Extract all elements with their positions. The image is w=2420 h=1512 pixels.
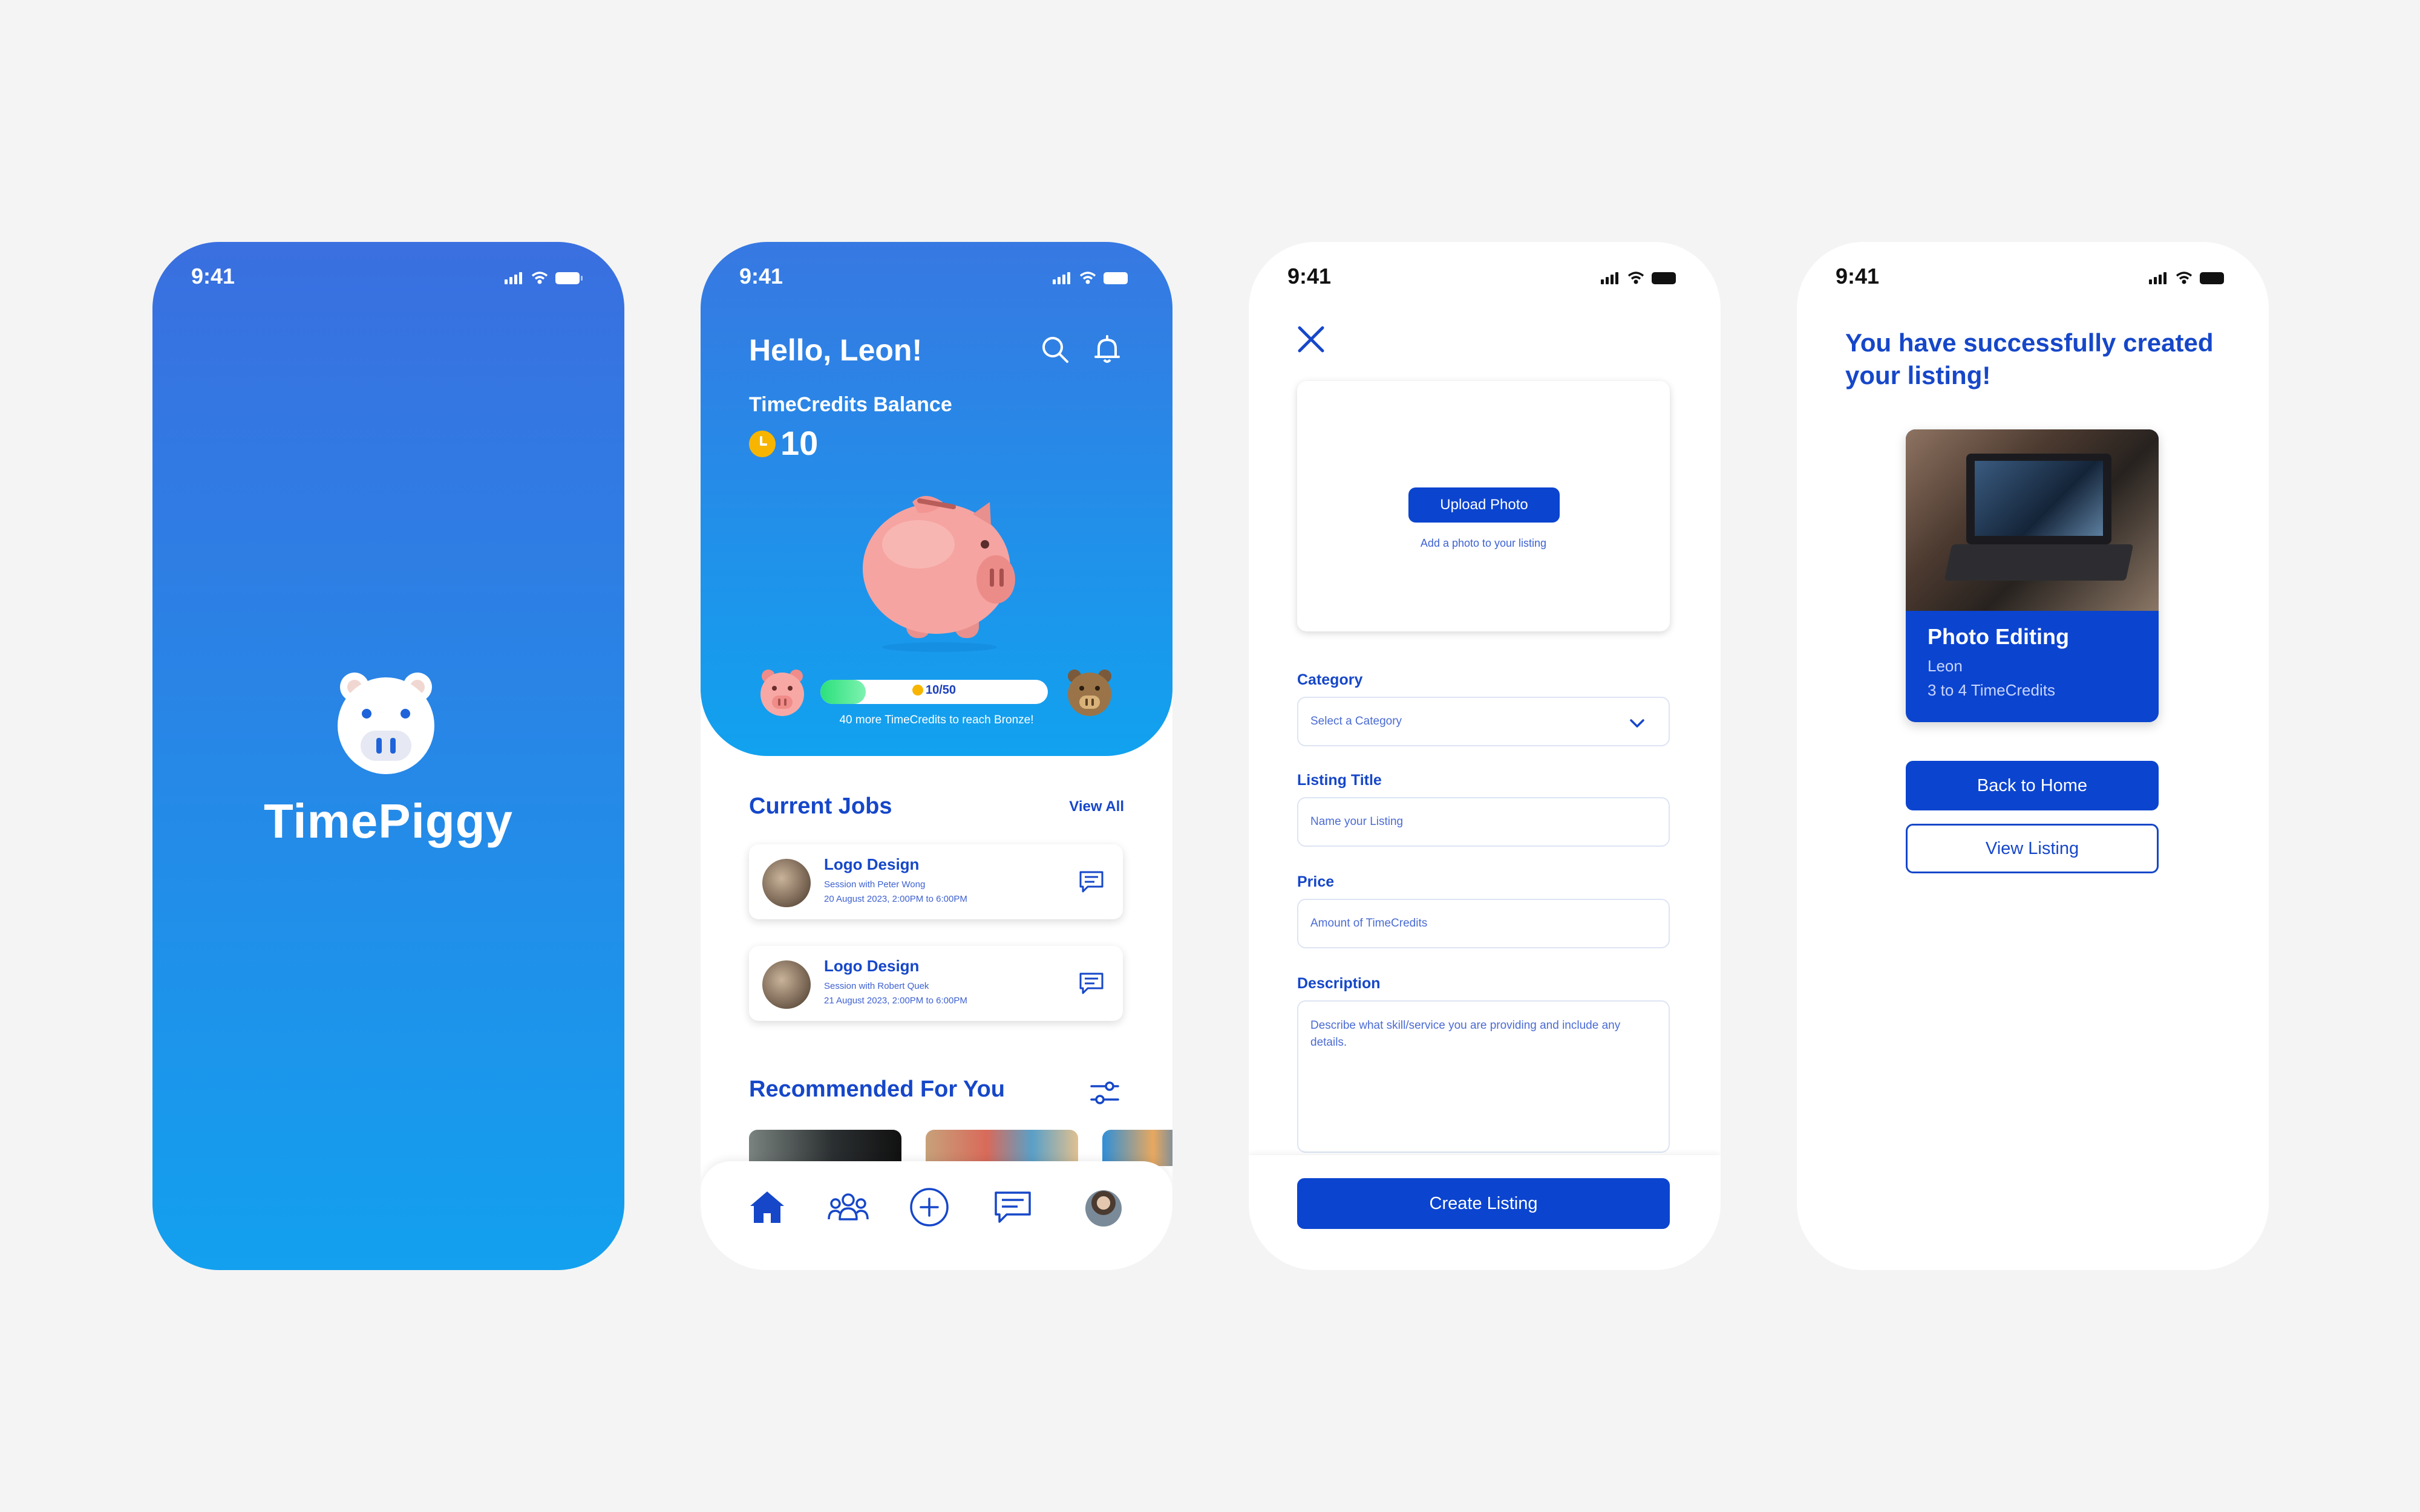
recommended-card[interactable]: [926, 1130, 1078, 1166]
status-icons: [1601, 272, 1676, 284]
category-placeholder: Select a Category: [1310, 715, 1402, 728]
progress-text: 10/50: [820, 683, 1048, 697]
footer-bar: Create Listing: [1249, 1155, 1721, 1270]
laptop-illustration: [1966, 454, 2111, 544]
listing-image: [1906, 429, 2159, 611]
close-icon[interactable]: [1295, 323, 1327, 356]
back-to-home-button[interactable]: Back to Home: [1906, 761, 2159, 810]
bottom-nav: [701, 1161, 1172, 1270]
keyboard-illustration: [1944, 544, 2134, 581]
community-icon[interactable]: [826, 1185, 870, 1229]
progress-bar: 10/50: [820, 680, 1048, 704]
job-session: Session with Robert Quek: [824, 981, 929, 991]
upload-hint: Add a photo to your listing: [1420, 537, 1547, 549]
listing-title: Photo Editing: [1928, 624, 2069, 649]
job-title: Logo Design: [824, 855, 920, 873]
splash-screen: 9:41 TimePiggy: [152, 242, 624, 1270]
listing-title-label: Listing Title: [1297, 772, 1382, 789]
photo-upload-area[interactable]: Upload Photo Add a photo to your listing: [1297, 381, 1670, 631]
status-bar: 9:41: [1797, 259, 2269, 295]
job-session: Session with Peter Wong: [824, 879, 926, 890]
home-header: 9:41 Hello, Leon! TimeCredits Balance 10: [701, 242, 1172, 756]
success-message: You have successfully created your listi…: [1845, 328, 2214, 389]
greeting: Hello, Leon!: [749, 333, 923, 367]
status-bar: 9:41: [152, 259, 624, 295]
pig-face-icon: [338, 673, 434, 774]
status-time: 9:41: [1836, 264, 1880, 288]
create-listing-screen: 9:41 Upload Photo Add a photo to your li…: [1249, 242, 1721, 1270]
job-title: Logo Design: [824, 957, 920, 975]
success-screen: 9:41 You have successfully created your …: [1797, 242, 2269, 1270]
app-name: TimePiggy: [263, 794, 514, 848]
description-placeholder: Describe what skill/service you are prov…: [1310, 1019, 1621, 1049]
description-textarea[interactable]: Describe what skill/service you are prov…: [1297, 1000, 1670, 1153]
job-card[interactable]: Logo Design Session with Peter Wong 20 A…: [749, 844, 1123, 919]
job-date: 21 August 2023, 2:00PM to 6:00PM: [824, 996, 967, 1006]
chat-icon[interactable]: [1078, 868, 1105, 895]
balance-value: 10: [780, 424, 819, 462]
description-label: Description: [1297, 975, 1381, 992]
job-avatar: [762, 960, 811, 1009]
recommended-card[interactable]: [1102, 1130, 1172, 1166]
category-select[interactable]: Select a Category: [1297, 697, 1670, 746]
progress-value: 10/50: [925, 683, 957, 697]
job-date: 20 August 2023, 2:00PM to 6:00PM: [824, 894, 967, 904]
price-placeholder: Amount of TimeCredits: [1310, 917, 1428, 930]
add-icon[interactable]: [908, 1185, 951, 1229]
status-time: 9:41: [1287, 264, 1332, 288]
chat-icon[interactable]: [1078, 970, 1105, 997]
chat-icon[interactable]: [991, 1185, 1035, 1229]
current-jobs-title: Current Jobs: [749, 793, 892, 819]
home-screen: 9:41 Hello, Leon! TimeCredits Balance 10: [701, 242, 1172, 1270]
listing-title-input[interactable]: Name your Listing: [1297, 797, 1670, 847]
status-time: 9:41: [739, 264, 783, 288]
price-label: Price: [1297, 873, 1335, 890]
status-bar: 9:41: [701, 259, 1172, 295]
chevron-down-icon: [1630, 719, 1644, 728]
recommended-card[interactable]: [749, 1130, 901, 1166]
balance-label: TimeCredits Balance: [749, 393, 952, 416]
status-icons: [505, 272, 583, 284]
create-listing-button[interactable]: Create Listing: [1297, 1178, 1670, 1229]
search-icon[interactable]: [1038, 333, 1072, 367]
status-icons: [2149, 272, 2224, 284]
listing-card[interactable]: Photo Editing Leon 3 to 4 TimeCredits: [1906, 429, 2159, 722]
pig-level-icon: [760, 670, 804, 716]
listing-title-placeholder: Name your Listing: [1310, 815, 1404, 828]
listing-price: 3 to 4 TimeCredits: [1928, 681, 2055, 699]
price-input[interactable]: Amount of TimeCredits: [1297, 899, 1670, 948]
status-icons: [1053, 272, 1128, 284]
job-card[interactable]: Logo Design Session with Robert Quek 21 …: [749, 946, 1123, 1021]
coin-icon: [912, 685, 923, 696]
category-label: Category: [1297, 671, 1363, 688]
view-listing-button[interactable]: View Listing: [1906, 824, 2159, 873]
recommended-title: Recommended For You: [749, 1077, 1005, 1102]
home-icon[interactable]: [745, 1185, 789, 1229]
profile-avatar[interactable]: [1085, 1190, 1122, 1227]
bell-icon[interactable]: [1090, 333, 1124, 367]
progress-note: 40 more TimeCredits to reach Bronze!: [839, 714, 1034, 726]
listing-owner: Leon: [1928, 657, 1963, 675]
job-avatar: [762, 859, 811, 907]
filter-icon[interactable]: [1088, 1077, 1122, 1110]
piggy-bank-icon: [863, 496, 1015, 652]
status-bar: 9:41: [1249, 259, 1721, 295]
coin-icon: [749, 431, 776, 457]
status-time: 9:41: [191, 264, 235, 288]
upload-photo-button[interactable]: Upload Photo: [1408, 487, 1560, 523]
bear-level-icon: [1068, 670, 1111, 716]
view-all-link[interactable]: View All: [1069, 798, 1124, 815]
